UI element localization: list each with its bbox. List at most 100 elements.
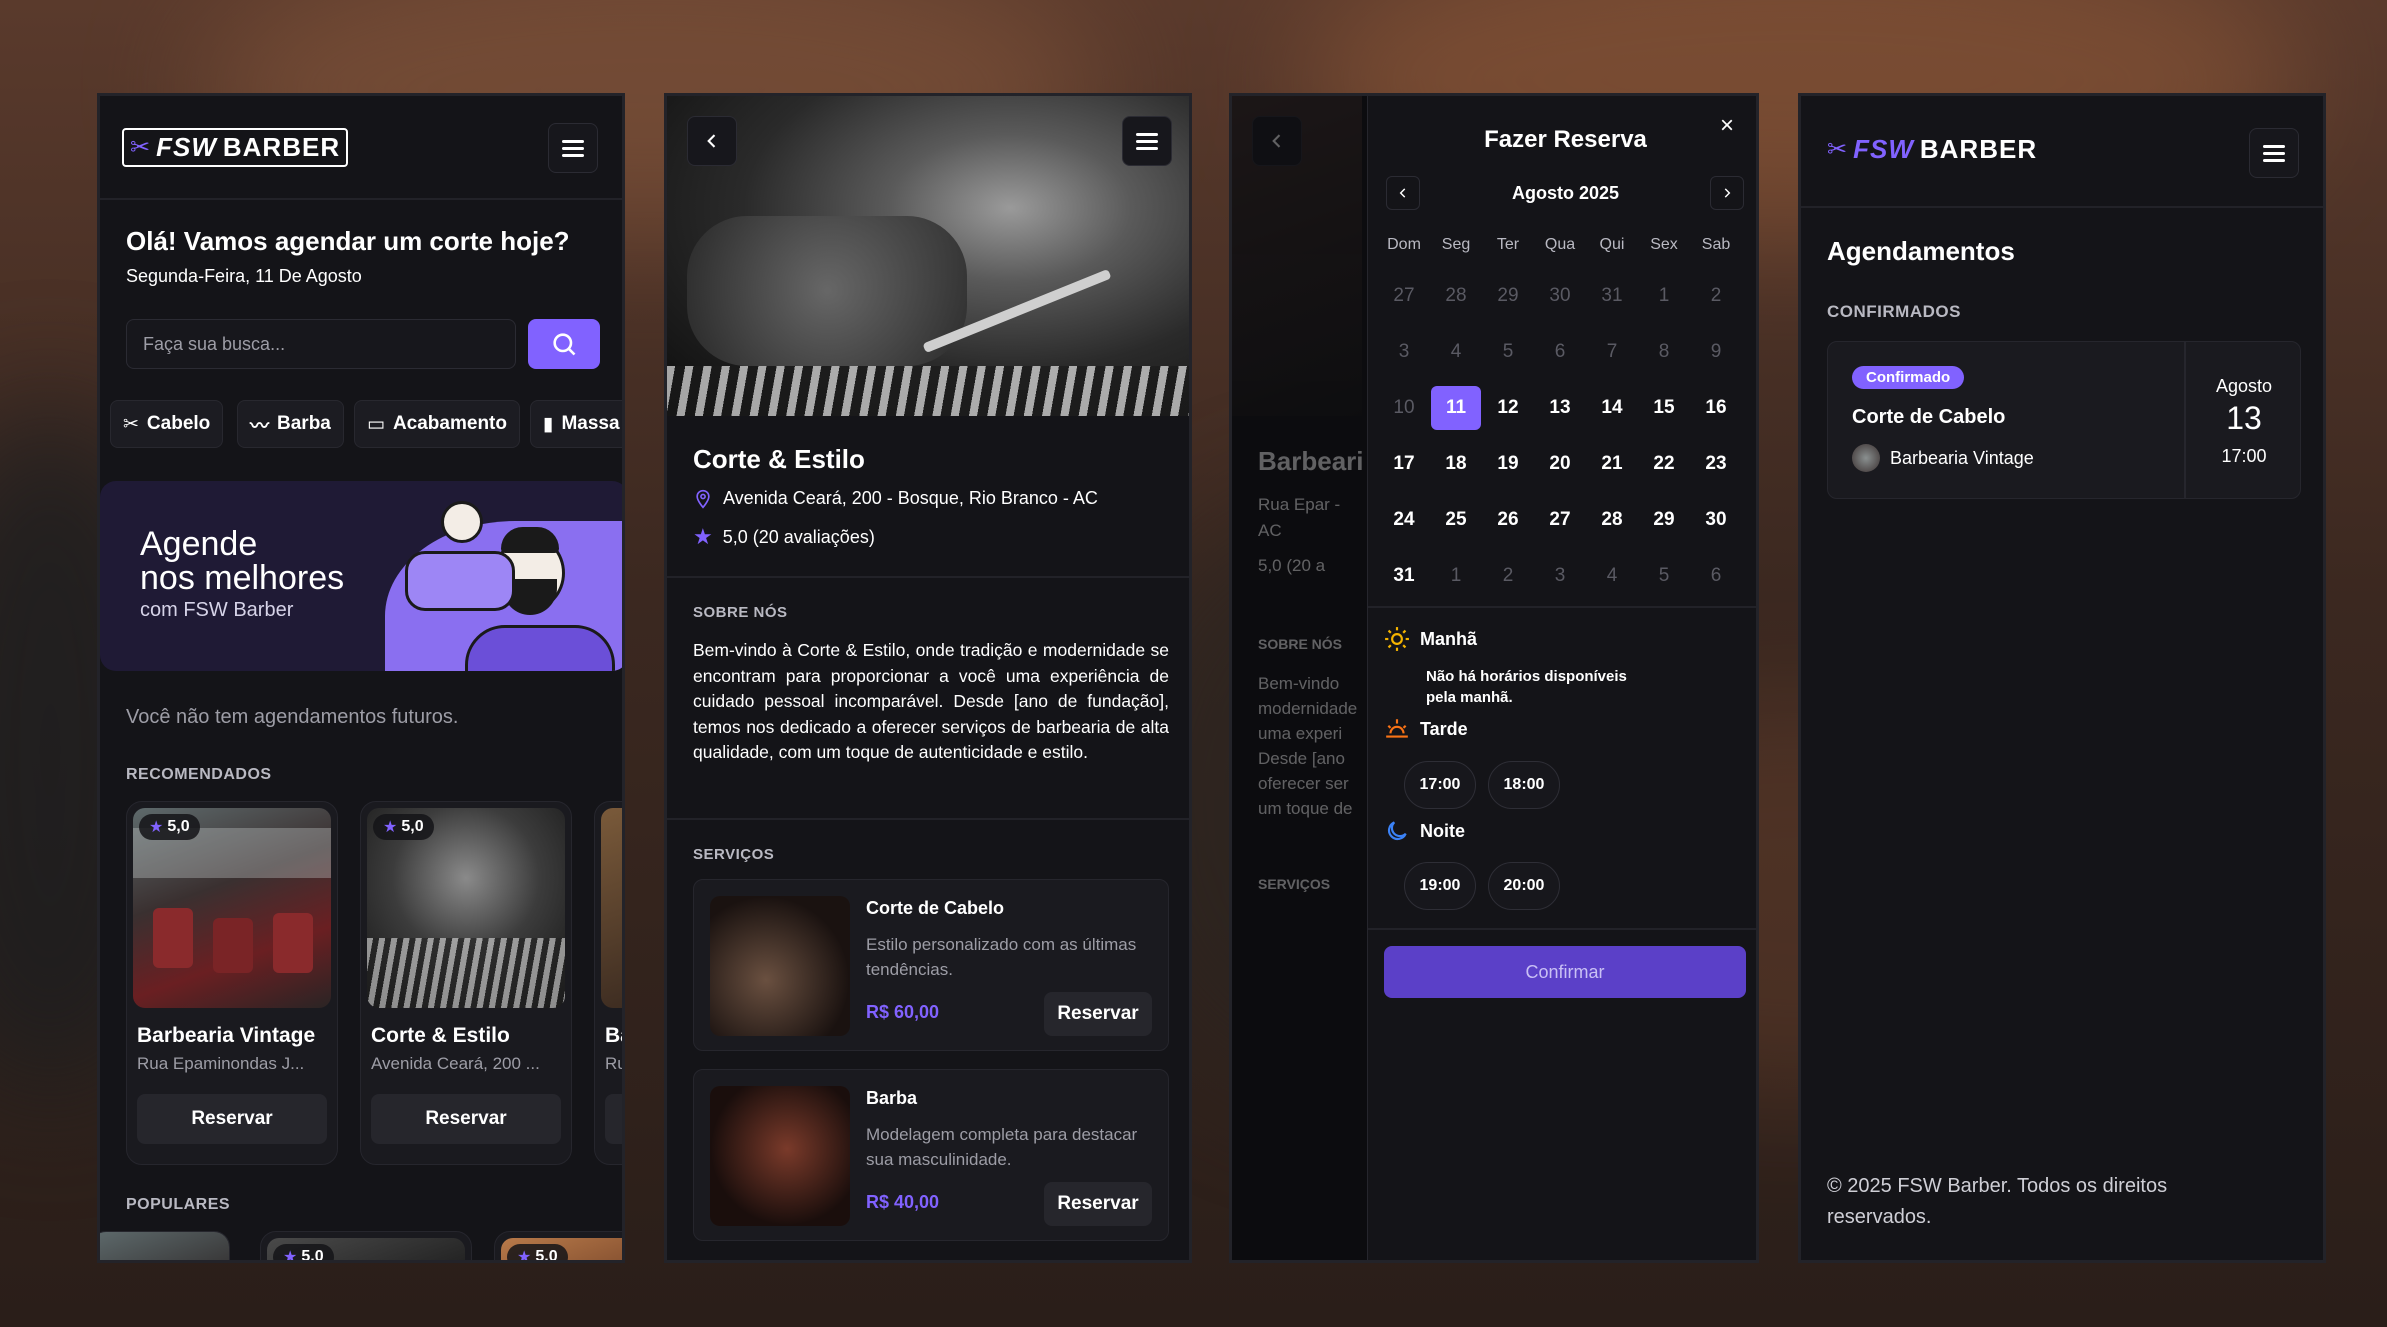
greeting-title: Olá! Vamos agendar um corte hoje? <box>126 226 570 256</box>
shop-card[interactable]: ★ 5,0 Corte & Estilo Avenida Ceará, 200 .… <box>360 801 572 1165</box>
category-acabamento[interactable]: ▭ Acabamento <box>354 400 520 448</box>
calendar-day: 28 <box>1445 285 1467 306</box>
razor-icon: ▭ <box>367 413 385 435</box>
calendar-day: 8 <box>1658 341 1670 362</box>
search-input[interactable]: Faça sua busca... <box>126 319 516 369</box>
fsw-barber-logo[interactable]: ✂ FSW BARBER <box>122 128 349 167</box>
sun-icon <box>1385 627 1409 651</box>
status-badge: Confirmado <box>1852 366 1965 389</box>
reserve-button[interactable]: Reservar <box>371 1094 561 1144</box>
calendar-day[interactable]: 29 <box>1638 498 1690 542</box>
time-slot[interactable]: 19:00 <box>1404 862 1476 910</box>
weekday-label: Qui <box>1599 236 1625 253</box>
calendar-day[interactable]: 15 <box>1638 386 1690 430</box>
menu-icon <box>2263 145 2285 162</box>
weekday-label: Qua <box>1544 236 1576 253</box>
calendar-day[interactable]: 24 <box>1378 498 1430 542</box>
mustache-icon: 〰 <box>250 415 270 437</box>
menu-button[interactable] <box>2249 128 2299 178</box>
moon-icon <box>1387 821 1407 841</box>
sheet-title: Fazer Reserva <box>1484 126 1647 153</box>
reserve-button[interactable]: Reservar <box>137 1094 327 1144</box>
rating-badge: ★ 5,0 <box>373 814 434 840</box>
service-photo <box>710 1086 850 1226</box>
calendar-day-selected[interactable]: 11 <box>1431 386 1481 430</box>
time-slot[interactable]: 20:00 <box>1488 862 1560 910</box>
back-button[interactable] <box>687 116 737 166</box>
confirm-button[interactable]: Confirmar <box>1384 946 1746 998</box>
calendar-day: 29 <box>1497 285 1519 306</box>
calendar-day[interactable]: 31 <box>1378 554 1430 598</box>
page-title: Agendamentos <box>1827 236 2015 266</box>
calendar-day: 30 <box>1549 285 1571 306</box>
booking-day: 13 <box>2226 400 2262 436</box>
reserve-button[interactable]: Reservar <box>1044 1182 1152 1226</box>
calendar-day: 9 <box>1710 341 1722 362</box>
morning-section: Manhã <box>1384 626 1477 652</box>
calendar-day: 10 <box>1393 397 1415 418</box>
time-slot[interactable]: 18:00 <box>1488 761 1560 809</box>
calendar-day[interactable]: 23 <box>1690 442 1742 486</box>
calendar-day[interactable]: 25 <box>1430 498 1482 542</box>
booking-sheet: Fazer Reserva × Agosto 2025 Dom Seg Ter Qua… <box>1367 96 1756 1260</box>
service-name: Corte de Cabelo <box>866 898 1005 918</box>
fsw-barber-logo[interactable]: ✂ FSW BARBER <box>1827 134 2037 165</box>
calendar-day[interactable]: 30 <box>1690 498 1742 542</box>
category-cabelo[interactable]: ✂ Cabelo <box>110 400 224 448</box>
calendar-day[interactable]: 12 <box>1482 386 1534 430</box>
menu-button[interactable] <box>1122 116 1172 166</box>
calendar-day[interactable]: 18 <box>1430 442 1482 486</box>
menu-button[interactable] <box>548 123 598 173</box>
booking-screen: Barbeari Rua Epar - AC 5,0 (20 a SOBRE N… <box>1229 93 1759 1263</box>
star-icon: ★ <box>149 819 164 836</box>
shop-card[interactable]: Ba Ru <box>594 801 622 1165</box>
shop-name: Corte & Estilo <box>693 444 865 474</box>
calendar-day: 7 <box>1606 341 1618 362</box>
calendar-day[interactable]: 27 <box>1534 498 1586 542</box>
calendar-day[interactable]: 17 <box>1378 442 1430 486</box>
calendar-day[interactable]: 22 <box>1638 442 1690 486</box>
shop-address: Avenida Ceará, 200 - Bosque, Rio Branco … <box>693 488 1098 509</box>
calendar-day[interactable]: 16 <box>1690 386 1742 430</box>
service-card: Corte de Cabelo Estilo personalizado com… <box>693 879 1169 1051</box>
close-icon[interactable]: × <box>1720 112 1734 140</box>
service-card: Barba Modelagem completa para destacar s… <box>693 1069 1169 1241</box>
star-icon: ★ <box>383 819 398 836</box>
calendar-day: 3 <box>1398 341 1410 362</box>
next-month-button[interactable] <box>1710 176 1744 210</box>
weekday-label: Dom <box>1387 236 1421 253</box>
calendar-day: 3 <box>1554 565 1566 586</box>
avatar <box>1852 444 1880 472</box>
calendar-day[interactable]: 13 <box>1534 386 1586 430</box>
category-barba[interactable]: 〰 Barba <box>237 400 344 448</box>
calendar-day[interactable]: 20 <box>1534 442 1586 486</box>
calendar-month: Agosto 2025 <box>1511 183 1620 203</box>
about-title: SOBRE NÓS <box>693 604 788 621</box>
calendar-day[interactable]: 28 <box>1586 498 1638 542</box>
calendar-day[interactable]: 21 <box>1586 442 1638 486</box>
calendar-day: 31 <box>1601 285 1623 306</box>
calendar-day: 5 <box>1658 565 1670 586</box>
shop-card[interactable]: ★ 5,0 <box>494 1231 622 1260</box>
calendar-day[interactable]: 26 <box>1482 498 1534 542</box>
shop-card[interactable]: ★ 5,0 Barbearia Vintage Rua Epaminondas J… <box>126 801 338 1165</box>
afternoon-section: Tarde <box>1384 716 1468 742</box>
search-button[interactable] <box>528 319 600 369</box>
shop-card[interactable]: ★ 5,0 <box>260 1231 472 1260</box>
towel-icon: ▮ <box>543 413 554 435</box>
service-name: Barba <box>866 1088 918 1108</box>
current-date: Segunda-Feira, 11 De Agosto <box>126 266 362 286</box>
time-slot[interactable]: 17:00 <box>1404 761 1476 809</box>
morning-empty-message: Não há horários disponíveis pela manhã. <box>1426 668 1627 706</box>
chevron-left-icon <box>707 134 716 148</box>
booking-month: Agosto <box>2215 376 2273 396</box>
booking-card[interactable]: Confirmado Corte de Cabelo Barbearia Vin… <box>1827 341 2301 499</box>
reserve-button[interactable]: Reservar <box>1044 992 1152 1036</box>
calendar-day: 2 <box>1710 285 1722 306</box>
map-pin-icon <box>696 489 710 509</box>
calendar-day[interactable]: 14 <box>1586 386 1638 430</box>
category-massagem[interactable]: ▮ Massa <box>530 400 622 448</box>
calendar-day[interactable]: 19 <box>1482 442 1534 486</box>
service-description: Estilo personalizado com as últimas tend… <box>866 935 1137 979</box>
shop-card[interactable] <box>100 1231 230 1260</box>
